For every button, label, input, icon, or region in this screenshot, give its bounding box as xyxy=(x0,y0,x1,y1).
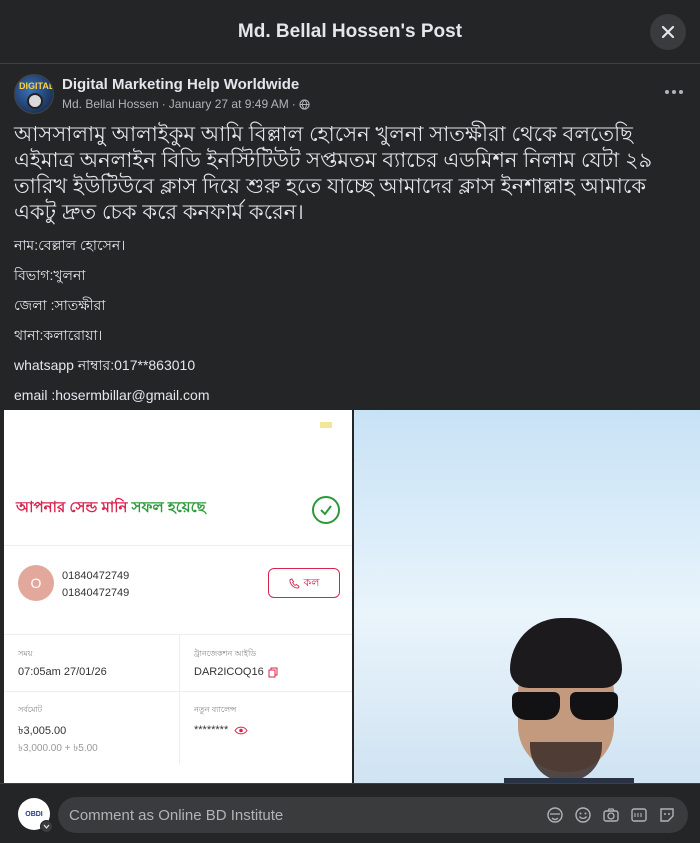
new-balance: ******** xyxy=(194,724,248,736)
post-headline: আসসালামু আলাইকুম আমি বিল্লাল হোসেন খুলনা… xyxy=(14,123,653,224)
close-icon xyxy=(661,25,675,39)
time-label: সময় xyxy=(18,649,33,658)
avatar-sticker-button[interactable] xyxy=(545,805,564,824)
sunglasses-right-lens xyxy=(570,692,618,720)
receipt-divider xyxy=(4,691,352,692)
person-beard xyxy=(530,742,602,782)
success-text-part-1: আপনার xyxy=(16,499,70,516)
sunglasses xyxy=(508,692,628,722)
group-avatar[interactable]: DIGITAL xyxy=(14,74,54,114)
sunglasses-left-lens xyxy=(512,692,560,720)
group-avatar-text: DIGITAL xyxy=(19,81,54,91)
phone-icon xyxy=(289,577,300,589)
post-line-division: বিভাগ:খুলনা xyxy=(14,267,86,283)
post-images: আপনার সেন্ড মানি সফল হয়েছে O 0184047274… xyxy=(0,410,700,783)
success-text-part-2: সেন্ড মানি xyxy=(69,499,132,516)
group-avatar-emblem xyxy=(27,93,43,109)
sticker-icon xyxy=(659,807,674,822)
call-button: কল xyxy=(268,568,340,598)
more-options-button[interactable] xyxy=(662,82,686,102)
send-money-success-text: আপনার সেন্ড মানি সফল হয়েছে xyxy=(16,496,206,521)
payment-receipt-image[interactable]: আপনার সেন্ড মানি সফল হয়েছে O 0184047274… xyxy=(4,410,352,783)
modal-header: Md. Bellal Hossen's Post xyxy=(0,0,700,64)
comment-bar: OBDI Comment as Online BD Institute xyxy=(0,783,700,843)
post-line-name: নাম:বেল্লাল হোসেন। xyxy=(14,237,126,253)
chevron-down-icon xyxy=(43,824,50,829)
close-button[interactable] xyxy=(650,14,686,50)
new-balance-value: ******** xyxy=(194,724,229,736)
post-meta: Md. Bellal Hossen · January 27 at 9:49 A… xyxy=(62,97,310,111)
emoji-icon xyxy=(574,806,591,823)
receipt-column-divider xyxy=(179,634,180,764)
comment-tools xyxy=(545,805,676,824)
gif-button[interactable] xyxy=(629,805,648,824)
eye-icon xyxy=(234,726,248,734)
gif-icon xyxy=(630,807,647,822)
post-line-thana: থানা:কলারোয়া। xyxy=(14,327,103,343)
receipt-divider xyxy=(4,545,352,546)
more-icon xyxy=(665,90,669,94)
post-timestamp[interactable]: January 27 at 9:49 AM xyxy=(169,97,289,111)
person-figure xyxy=(504,618,634,783)
meta-separator-2: · xyxy=(291,97,296,111)
transaction-id-label: ট্রানজেকশন আইডি xyxy=(194,649,257,658)
emoji-button[interactable] xyxy=(573,805,592,824)
more-icon-dot xyxy=(672,90,676,94)
new-balance-label: নতুন ব্যালেন্স xyxy=(194,705,237,714)
comment-placeholder: Comment as Online BD Institute xyxy=(69,807,284,824)
camera-icon xyxy=(602,807,619,822)
call-label: কল xyxy=(303,576,320,589)
post-body: আসসালামু আলাইকুম আমি বিল্লাল হোসেন খুলনা… xyxy=(14,122,686,416)
time-value: 07:05am 27/01/26 xyxy=(18,666,107,678)
total-label: সর্বমোট xyxy=(18,705,43,714)
avatar-sticker-icon xyxy=(546,806,563,823)
recipient-number-secondary: 01840472749 xyxy=(62,587,130,599)
recipient-number: 01840472749 xyxy=(62,570,130,582)
transaction-id: DAR2ICOQ16 xyxy=(194,666,278,678)
total-breakdown: ৳3,000.00 + ৳5.00 xyxy=(18,743,98,754)
check-icon xyxy=(312,496,340,524)
transaction-id-value: DAR2ICOQ16 xyxy=(194,666,264,678)
post-header: DIGITAL Digital Marketing Help Worldwide… xyxy=(14,74,686,114)
copy-icon xyxy=(268,667,278,677)
globe-icon xyxy=(299,98,310,110)
total-value: ৳3,005.00 xyxy=(18,725,67,737)
comment-input[interactable]: Comment as Online BD Institute xyxy=(58,797,688,833)
receipt-tab-marker xyxy=(320,422,332,428)
post-line-whatsapp: whatsapp নাম্বার:017**863010 xyxy=(14,357,196,373)
contact-avatar: O xyxy=(18,565,54,601)
modal-title: Md. Bellal Hossen's Post xyxy=(237,20,463,42)
person-hair xyxy=(510,618,622,688)
more-icon-dot xyxy=(679,90,683,94)
group-name-link[interactable]: Digital Marketing Help Worldwide xyxy=(62,76,299,93)
meta-separator: · xyxy=(161,97,166,111)
post-line-district: জেলা :সাতক্ষীরা xyxy=(14,297,106,313)
camera-button[interactable] xyxy=(601,805,620,824)
profile-switch-button[interactable] xyxy=(40,820,53,833)
profile-photo-image[interactable] xyxy=(354,410,700,783)
success-text-part-3: সফল হয়েছে xyxy=(131,499,206,516)
receipt-divider xyxy=(4,634,352,635)
author-link[interactable]: Md. Bellal Hossen xyxy=(62,97,159,111)
sticker-button[interactable] xyxy=(657,805,676,824)
